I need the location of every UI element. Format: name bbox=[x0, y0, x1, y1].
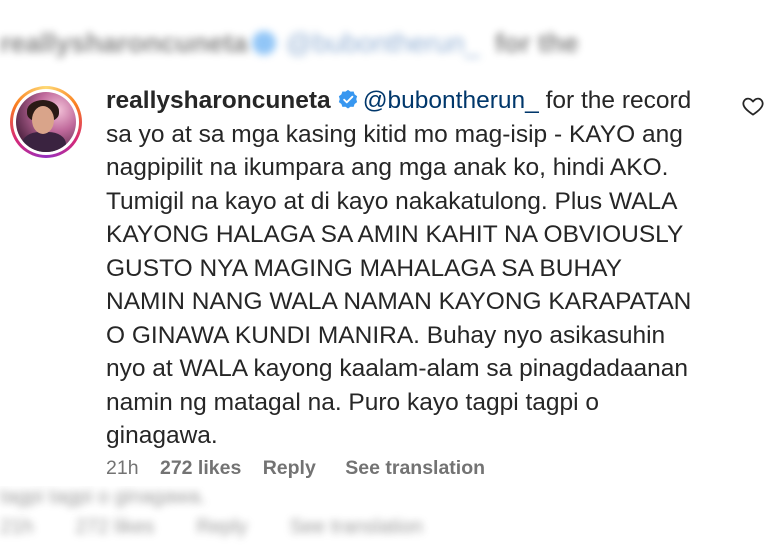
ghost-username: reallysharoncuneta bbox=[0, 28, 248, 58]
ghost-text: for the bbox=[494, 28, 579, 58]
reply-button[interactable]: Reply bbox=[263, 457, 316, 479]
ghost-reply: Reply bbox=[196, 516, 248, 538]
blurred-previous-comment: reallysharoncuneta @bubontherun_ for the bbox=[0, 0, 775, 72]
verified-badge-icon bbox=[338, 89, 357, 109]
ghost-verified-icon bbox=[251, 31, 276, 55]
comment: reallysharoncuneta @bubontherun_ for the… bbox=[0, 72, 775, 484]
ghost-line: tagpi tagpi o ginagawa. bbox=[0, 486, 206, 508]
comment-username[interactable]: reallysharoncuneta bbox=[106, 87, 331, 114]
ghost-see-translation: See translation bbox=[289, 516, 423, 538]
instagram-comment-screenshot: reallysharoncuneta @bubontherun_ for the … bbox=[0, 0, 775, 550]
comment-time: 21h bbox=[106, 457, 139, 479]
see-translation-button[interactable]: See translation bbox=[345, 457, 485, 479]
comment-body: reallysharoncuneta @bubontherun_ for the… bbox=[106, 84, 706, 453]
ghost-likes: 272 likes bbox=[75, 516, 155, 538]
comment-meta: 21h 272 likes Reply See translation bbox=[106, 457, 501, 480]
comment-mention[interactable]: @bubontherun_ bbox=[363, 87, 539, 114]
avatar-photo bbox=[16, 92, 76, 152]
comment-text: for the record sa yo at sa mga kasing ki… bbox=[106, 87, 692, 449]
comment-likes[interactable]: 272 likes bbox=[160, 457, 241, 479]
ghost-time: 21h bbox=[0, 516, 34, 538]
ghost-mention: @bubontherun_ bbox=[285, 28, 480, 58]
heart-outline-icon[interactable] bbox=[741, 94, 765, 118]
avatar[interactable] bbox=[10, 86, 82, 158]
blurred-next-comment: tagpi tagpi o ginagawa. 21h 272 likes Repl… bbox=[0, 486, 775, 550]
